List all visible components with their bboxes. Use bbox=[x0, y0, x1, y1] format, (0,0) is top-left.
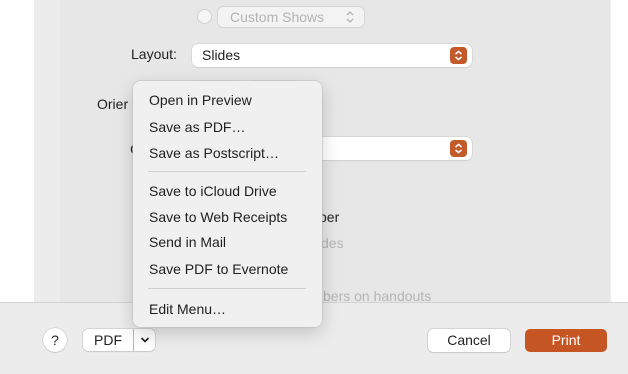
custom-shows-label: Custom Shows bbox=[230, 9, 325, 25]
menu-item-save-as-pdf[interactable]: Save as PDF… bbox=[149, 119, 245, 135]
pdf-menu: Open in Preview Save as PDF… Save as Pos… bbox=[133, 81, 322, 327]
cancel-button[interactable]: Cancel bbox=[428, 329, 510, 352]
option-text-partial: per bbox=[319, 209, 340, 225]
menu-item-open-in-preview[interactable]: Open in Preview bbox=[149, 92, 252, 108]
window-edge-right bbox=[611, 0, 628, 302]
updown-chevron-icon bbox=[346, 7, 354, 33]
menu-item-save-pdf-to-evernote[interactable]: Save PDF to Evernote bbox=[149, 261, 288, 277]
chevron-down-icon bbox=[140, 337, 149, 343]
custom-shows-radio[interactable] bbox=[197, 9, 212, 24]
print-button[interactable]: Print bbox=[525, 329, 607, 352]
menu-item-save-to-icloud-drive[interactable]: Save to iCloud Drive bbox=[149, 183, 277, 199]
window-edge-left bbox=[0, 0, 34, 302]
layout-label: Layout: bbox=[131, 46, 177, 62]
pdf-button[interactable]: PDF bbox=[83, 329, 133, 351]
custom-shows-select: Custom Shows bbox=[217, 6, 365, 28]
menu-item-save-as-postscript[interactable]: Save as Postscript… bbox=[149, 145, 279, 161]
help-button[interactable]: ? bbox=[43, 328, 67, 352]
updown-chevron-icon bbox=[450, 47, 467, 64]
pdf-menu-toggle[interactable] bbox=[134, 329, 155, 351]
orientation-label: Orier bbox=[97, 96, 129, 112]
menu-item-edit-menu[interactable]: Edit Menu… bbox=[149, 301, 226, 317]
menu-separator bbox=[148, 171, 306, 172]
print-dialog: Custom Shows Layout: Slides Orier C bbox=[0, 0, 628, 374]
updown-chevron-icon bbox=[450, 140, 467, 157]
option-text-partial-disabled: des bbox=[321, 235, 344, 251]
menu-item-send-in-mail[interactable]: Send in Mail bbox=[149, 234, 226, 250]
menu-item-save-to-web-receipts[interactable]: Save to Web Receipts bbox=[149, 209, 287, 225]
layout-select[interactable]: Slides bbox=[192, 44, 472, 67]
menu-separator bbox=[148, 288, 306, 289]
layout-select-value: Slides bbox=[202, 47, 241, 63]
